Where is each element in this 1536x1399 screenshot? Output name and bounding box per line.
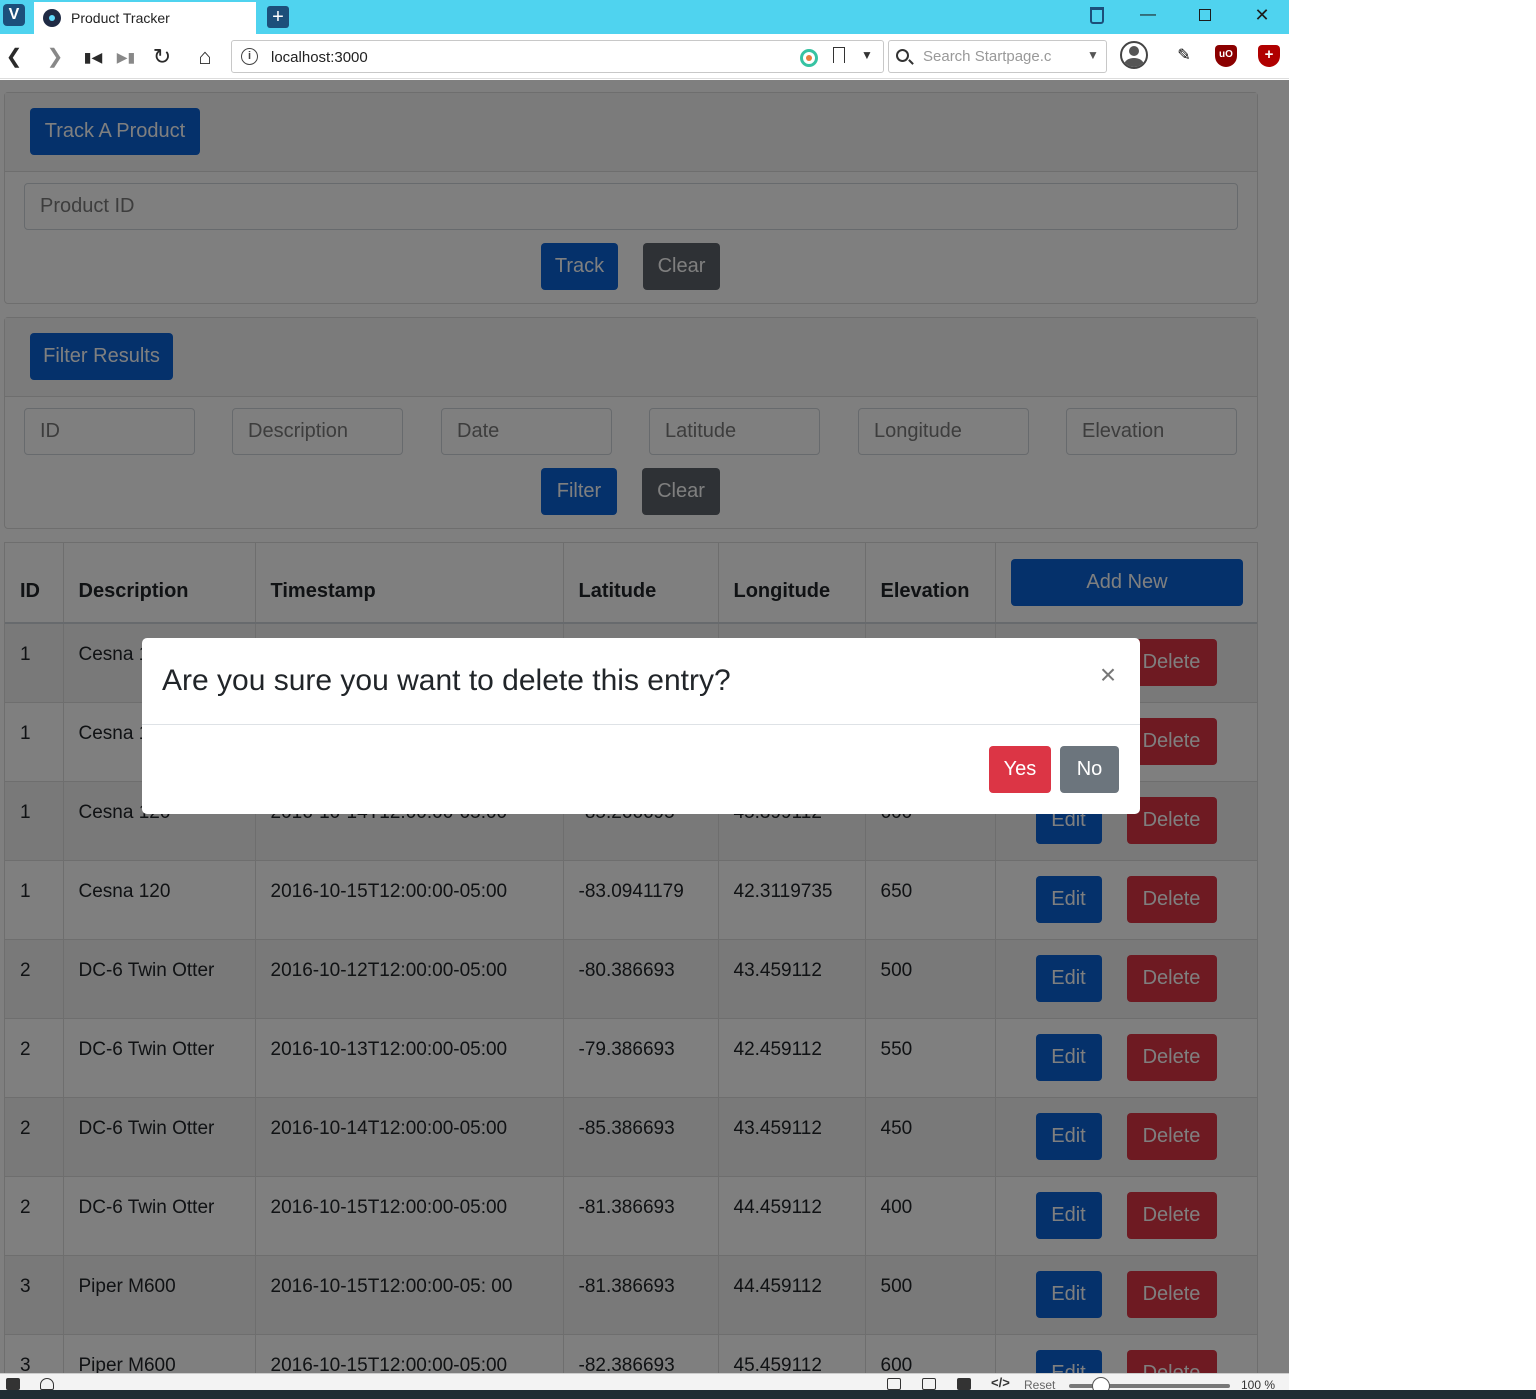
- panel-toggle-icon[interactable]: [6, 1378, 20, 1390]
- shield-extension-icon[interactable]: +: [1258, 45, 1280, 67]
- profile-avatar-icon[interactable]: [1120, 41, 1148, 69]
- status-bar: </> Reset 100 %: [0, 1373, 1289, 1390]
- close-window-button[interactable]: ✕: [1247, 2, 1277, 28]
- search-icon: [896, 49, 909, 62]
- code-icon[interactable]: </>: [991, 1375, 1010, 1390]
- modal-header: Are you sure you want to delete this ent…: [142, 638, 1140, 725]
- search-input[interactable]: [923, 41, 1073, 72]
- minimize-button[interactable]: —: [1133, 2, 1163, 28]
- zoom-slider-handle[interactable]: [1092, 1377, 1110, 1390]
- rewind-icon[interactable]: ▮◀: [80, 44, 106, 70]
- vivaldi-logo-icon[interactable]: V: [3, 4, 25, 26]
- zoom-level: 100 %: [1241, 1378, 1276, 1390]
- close-icon[interactable]: ×: [1097, 661, 1119, 689]
- window-icon[interactable]: [922, 1378, 936, 1390]
- fast-forward-icon[interactable]: ▶▮: [113, 44, 139, 70]
- tab-product-tracker[interactable]: Product Tracker: [34, 2, 256, 34]
- tab-title: Product Tracker: [71, 10, 170, 26]
- back-icon[interactable]: ❮: [1, 44, 27, 70]
- home-icon[interactable]: ⌂: [192, 44, 218, 70]
- search-engine-dropdown-icon[interactable]: ▼: [1087, 48, 1099, 62]
- zoom-reset-button[interactable]: Reset: [1024, 1378, 1055, 1390]
- sync-cloud-icon[interactable]: [40, 1378, 54, 1390]
- chevron-down-icon[interactable]: ▼: [861, 48, 873, 62]
- address-bar: ❮ ❯ ▮◀ ▶▮ ↻ ⌂ i localhost:3000 ▼ ▼ ✎ uO …: [0, 34, 1289, 79]
- image-icon[interactable]: [957, 1378, 971, 1390]
- bookmark-icon[interactable]: [833, 47, 845, 63]
- yes-button[interactable]: Yes: [989, 746, 1051, 793]
- url-field[interactable]: i localhost:3000 ▼: [231, 40, 884, 73]
- new-tab-button[interactable]: +: [267, 6, 289, 28]
- browser-window: V Product Tracker + — ✕ ❮ ❯ ▮◀ ▶▮ ↻ ⌂ i …: [0, 0, 1289, 1399]
- os-taskbar: [0, 1390, 1536, 1399]
- forward-icon[interactable]: ❯: [42, 44, 68, 70]
- no-button[interactable]: No: [1060, 746, 1119, 793]
- tab-bar: V Product Tracker + — ✕: [0, 0, 1289, 34]
- modal-title: Are you sure you want to delete this ent…: [162, 664, 731, 697]
- camera-icon[interactable]: [887, 1378, 901, 1390]
- reader-extension-icon[interactable]: ✎: [1173, 45, 1195, 67]
- react-icon: [43, 9, 61, 27]
- reload-icon[interactable]: ↻: [149, 44, 175, 70]
- ublock-icon[interactable]: uO: [1215, 45, 1237, 67]
- trash-icon[interactable]: [1082, 4, 1112, 30]
- maximize-button[interactable]: [1190, 2, 1220, 28]
- delete-confirm-modal: Are you sure you want to delete this ent…: [142, 638, 1140, 814]
- extension-badge-icon[interactable]: [800, 49, 818, 67]
- search-field[interactable]: ▼: [888, 40, 1107, 73]
- info-icon[interactable]: i: [241, 48, 258, 65]
- url-text: localhost:3000: [271, 49, 368, 66]
